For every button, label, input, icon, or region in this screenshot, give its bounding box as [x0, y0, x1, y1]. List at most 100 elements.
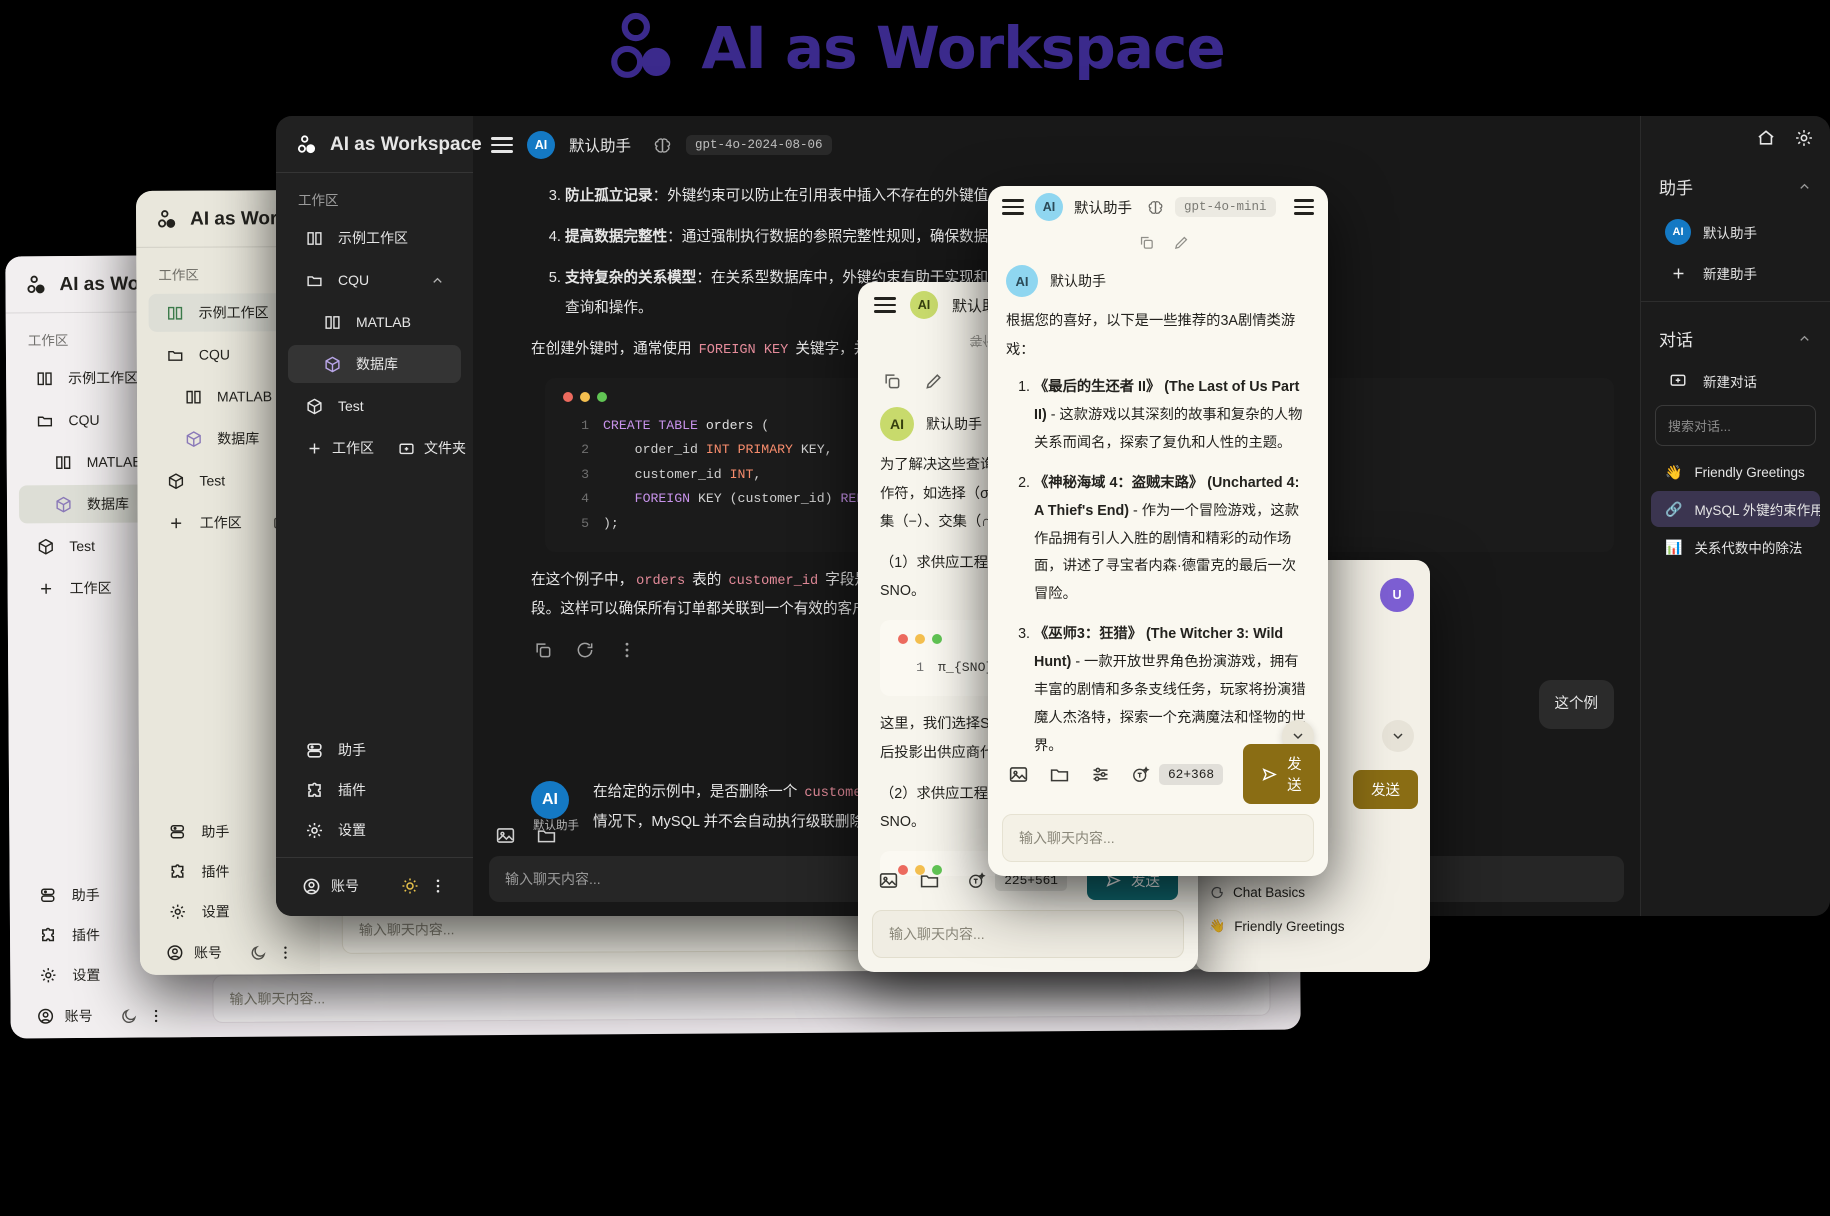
- image-icon[interactable]: [495, 825, 516, 846]
- assistant-name[interactable]: 默认助手: [569, 134, 631, 156]
- sidebar-item-matlab[interactable]: MATLAB: [288, 303, 461, 341]
- copy-icon[interactable]: [1138, 234, 1155, 251]
- nav-label: 设置: [338, 822, 366, 838]
- assistant-name[interactable]: 默认助手: [1074, 197, 1132, 218]
- sidebar-item-label: Test: [69, 537, 96, 555]
- new-conversation-button[interactable]: 新建对话: [1651, 363, 1820, 399]
- window-game-recommendations[interactable]: AI 默认助手 gpt-4o-mini AI 默认助手 根据您的喜好，以下是一些…: [988, 186, 1328, 876]
- image-icon[interactable]: [1008, 764, 1029, 785]
- conversation-label: Friendly Greetings: [1694, 465, 1805, 480]
- regenerate-icon[interactable]: [575, 640, 595, 660]
- chat-input[interactable]: 输入聊天内容...: [212, 967, 1271, 1024]
- send-label: 发送: [1371, 783, 1400, 799]
- folder-icon[interactable]: [919, 870, 940, 891]
- cube-icon: [322, 354, 342, 374]
- game-title-cn: 《巫师3：狂猎》: [1034, 626, 1143, 643]
- nav-label: 助手: [201, 823, 230, 840]
- game-list: 《最后的生还者 II》 (The Last of Us Part II) - 这…: [1006, 374, 1310, 770]
- copy-icon[interactable]: [882, 371, 902, 391]
- avatar: AI: [1665, 219, 1691, 245]
- account-row[interactable]: 账号: [20, 995, 180, 1036]
- sidebar-item-cqu[interactable]: CQU: [288, 261, 461, 299]
- wave-emoji-icon: 👋: [1209, 918, 1226, 933]
- edit-icon[interactable]: [1173, 234, 1190, 251]
- more-icon[interactable]: [617, 640, 637, 660]
- assistant-label: 默认助手: [1050, 273, 1106, 289]
- add-folder-label[interactable]: 文件夹: [424, 438, 466, 458]
- account-label: 账号: [64, 1007, 93, 1025]
- theme-toggle-icon[interactable]: [250, 944, 267, 961]
- brand-label: AI as Workspace: [330, 134, 482, 155]
- token-icon: [1131, 765, 1150, 784]
- menu-icon[interactable]: [1002, 199, 1024, 215]
- chat-input[interactable]: 输入聊天内容...: [1002, 814, 1314, 862]
- sidebar-item-plugin[interactable]: 插件: [288, 771, 461, 809]
- new-assistant-button[interactable]: 新建助手: [1651, 255, 1820, 291]
- text: 在给定的示例中，是否删除一个: [593, 784, 802, 801]
- copy-icon[interactable]: [533, 640, 553, 660]
- sidebar-item-label: Test: [199, 472, 226, 489]
- scroll-down-button[interactable]: [1382, 720, 1414, 752]
- chevron-up-icon[interactable]: [1797, 179, 1812, 194]
- account-row[interactable]: 账号: [286, 866, 463, 914]
- new-chat-icon: [1665, 372, 1691, 390]
- send-button[interactable]: 发送: [1243, 744, 1320, 804]
- settings-sliders-icon[interactable]: [1090, 764, 1111, 785]
- sidebar-item-example-workspace[interactable]: 示例工作区: [288, 219, 461, 257]
- home-icon[interactable]: [1756, 128, 1776, 148]
- more-icon[interactable]: [277, 944, 294, 961]
- chevron-up-icon[interactable]: [430, 273, 445, 288]
- text: 集（−）、交集（∩: [880, 514, 992, 531]
- rail-header-assistants[interactable]: 助手: [1641, 160, 1830, 209]
- sidebar-item-label: 示例工作区: [198, 304, 269, 321]
- send-button[interactable]: 发送: [1353, 770, 1418, 809]
- chat-scroll-games: AI 默认助手 根据您的喜好，以下是一些推荐的3A剧情类游戏： 《最后的生还者 …: [988, 228, 1328, 770]
- sidebar-item-assistant[interactable]: 助手: [288, 731, 461, 769]
- menu-icon[interactable]: [874, 297, 896, 313]
- folder-icon[interactable]: [1049, 764, 1070, 785]
- avatar: AI: [880, 407, 914, 441]
- model-chip[interactable]: gpt-4o-2024-08-06: [686, 135, 832, 155]
- chat-input[interactable]: 输入聊天内容...: [872, 910, 1184, 958]
- sidebar-item-test[interactable]: Test: [288, 387, 461, 425]
- conversation-item-friendly-greetings[interactable]: 👋 Friendly Greetings: [1651, 456, 1820, 489]
- theme-toggle-icon[interactable]: [121, 1007, 138, 1024]
- model-brain-icon: [653, 136, 672, 155]
- edit-icon[interactable]: [924, 371, 944, 391]
- gear-icon: [168, 902, 188, 922]
- panel-toggle-icon[interactable]: [1294, 199, 1314, 215]
- conversation-item-mysql[interactable]: 🔗 MySQL 外键约束作用: [1651, 491, 1820, 527]
- conversation-item-chat-basics[interactable]: Chat Basics: [1209, 885, 1305, 900]
- search-conversation-input[interactable]: 搜索对话...: [1655, 405, 1816, 446]
- new-folder-icon[interactable]: [396, 438, 416, 458]
- plus-icon[interactable]: [304, 438, 324, 458]
- sidebar-item-settings[interactable]: 设置: [288, 811, 461, 849]
- menu-icon[interactable]: [491, 137, 513, 153]
- item-title: 支持复杂的关系模型: [565, 270, 697, 287]
- account-row[interactable]: 账号: [150, 932, 310, 973]
- conversation-item-friendly-greetings[interactable]: 👋 Friendly Greetings: [1209, 918, 1344, 934]
- model-chip[interactable]: gpt-4o-mini: [1175, 197, 1276, 217]
- book-icon: [304, 228, 324, 248]
- sidebar-item-database[interactable]: 数据库: [288, 345, 461, 383]
- conversation-item-relational-algebra[interactable]: 📊 关系代数中的除法: [1651, 529, 1820, 565]
- chevron-up-icon[interactable]: [1797, 331, 1812, 346]
- text: 表的: [688, 572, 726, 589]
- gear-icon: [304, 820, 324, 840]
- book-icon: [53, 452, 73, 472]
- screenshot-root: AI as Workspace AI as Workspace 工作区 示例工作…: [0, 0, 1830, 1216]
- model-brain-icon: [1147, 199, 1164, 216]
- add-row: 工作区 文件夹: [288, 429, 466, 467]
- rail-assistant-item[interactable]: AI 默认助手: [1651, 211, 1820, 253]
- link-emoji-icon: 🔗: [1665, 500, 1683, 517]
- theme-toggle-icon[interactable]: [401, 877, 419, 895]
- rail-header-conversations[interactable]: 对话: [1641, 312, 1830, 361]
- folder-icon[interactable]: [536, 825, 557, 846]
- add-workspace-label[interactable]: 工作区: [332, 438, 374, 458]
- book-icon: [183, 387, 203, 407]
- gear-icon[interactable]: [1794, 128, 1814, 148]
- image-icon[interactable]: [878, 870, 899, 891]
- more-icon[interactable]: [148, 1007, 165, 1024]
- cube-icon: [304, 396, 324, 416]
- more-icon[interactable]: [429, 877, 447, 895]
